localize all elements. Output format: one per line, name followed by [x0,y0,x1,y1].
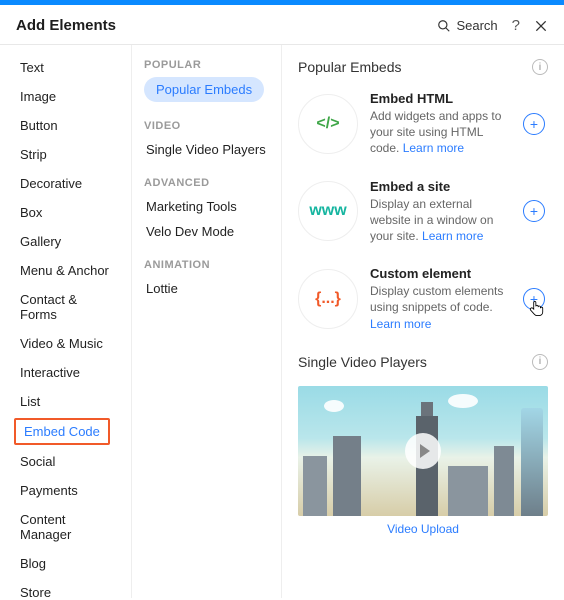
category-item[interactable]: Interactive [14,360,121,385]
decorative [303,456,327,516]
subcategory-item[interactable]: Lottie [144,277,269,300]
subcategory-item[interactable]: Popular Embeds [144,77,264,102]
section-title: Popular Embeds [298,59,402,75]
embed-text: Embed HTML Add widgets and apps to your s… [370,91,508,157]
subcategory-list: POPULAR Popular Embeds VIDEO Single Video P… [132,45,282,598]
embed-description: Add widgets and apps to your site using … [370,108,508,157]
add-button-wrap: + [520,288,548,310]
section-header-popular-embeds: Popular Embeds i [298,59,548,75]
search-label: Search [456,18,497,33]
video-upload-thumbnail[interactable] [298,386,548,516]
panel-body: Text Image Button Strip Decorative Box Gallery… [0,45,564,598]
decorative [421,402,433,416]
category-item[interactable]: Payments [14,478,121,503]
subcategory-item[interactable]: Marketing Tools [144,195,269,218]
embed-title: Embed a site [370,179,508,194]
decorative [324,400,344,412]
category-item[interactable]: Contact & Forms [14,287,121,327]
subcategory-item[interactable]: Single Video Players [144,138,269,161]
embed-list: </> Embed HTML Add widgets and apps to you… [298,91,548,332]
category-item[interactable]: Embed Code [14,418,110,445]
category-item[interactable]: Strip [14,142,121,167]
embed-type-icon: </> [298,94,358,154]
content-pane: Popular Embeds i </> Embed HTML Add widget… [282,45,564,598]
learn-more-link[interactable]: Learn more [403,141,464,155]
category-item[interactable]: Menu & Anchor [14,258,121,283]
embed-item: www Embed a site Display an external websi… [298,179,548,245]
category-list: Text Image Button Strip Decorative Box Gallery… [0,45,132,598]
embed-text: Custom element Display custom elements us… [370,266,508,332]
search-button[interactable]: Search [437,18,497,33]
panel-title: Add Elements [16,17,116,34]
header-actions: Search ? [437,17,548,34]
category-item[interactable]: Blog [14,551,121,576]
add-button[interactable]: + [523,288,545,310]
category-item[interactable]: Gallery [14,229,121,254]
embed-type-icon: {...} [298,269,358,329]
category-item[interactable]: Image [14,84,121,109]
help-icon[interactable]: ? [512,17,520,34]
video-upload-caption[interactable]: Video Upload [298,522,548,536]
subcategory-group-header: VIDEO [144,120,269,132]
category-item[interactable]: Social [14,449,121,474]
embed-type-icon: www [298,181,358,241]
section-title: Single Video Players [298,354,427,370]
add-button-wrap: + [520,200,548,222]
embed-description: Display an external website in a window … [370,196,508,245]
embed-item: </> Embed HTML Add widgets and apps to you… [298,91,548,157]
decorative [521,408,543,516]
learn-more-link[interactable]: Learn more [370,317,431,331]
add-button-wrap: + [520,113,548,135]
info-icon[interactable]: i [532,59,548,75]
category-item[interactable]: Content Manager [14,507,121,547]
info-icon[interactable]: i [532,354,548,370]
category-item[interactable]: Box [14,200,121,225]
subcategory-group-header: POPULAR [144,59,269,71]
embed-item: {...} Custom element Display custom elemen… [298,266,548,332]
add-button[interactable]: + [523,200,545,222]
embed-description: Display custom elements using snippets o… [370,283,508,332]
category-item[interactable]: Video & Music [14,331,121,356]
decorative [448,394,478,408]
section-header-video-players: Single Video Players i [298,354,548,370]
subcategory-item[interactable]: Velo Dev Mode [144,220,269,243]
subcategory-group-header: ANIMATION [144,259,269,271]
close-icon[interactable] [534,19,548,33]
add-button[interactable]: + [523,113,545,135]
embed-title: Custom element [370,266,508,281]
decorative [494,446,514,516]
embed-text: Embed a site Display an external website … [370,179,508,245]
decorative [333,436,361,516]
search-icon [437,19,451,33]
panel-header: Add Elements Search ? [0,5,564,45]
play-icon [405,433,441,469]
subcategory-group-header: ADVANCED [144,177,269,189]
category-item[interactable]: List [14,389,121,414]
category-item[interactable]: Text [14,55,121,80]
embed-title: Embed HTML [370,91,508,106]
category-item[interactable]: Button [14,113,121,138]
decorative [448,466,488,516]
category-item[interactable]: Store [14,580,121,598]
category-item[interactable]: Decorative [14,171,121,196]
learn-more-link[interactable]: Learn more [422,229,483,243]
